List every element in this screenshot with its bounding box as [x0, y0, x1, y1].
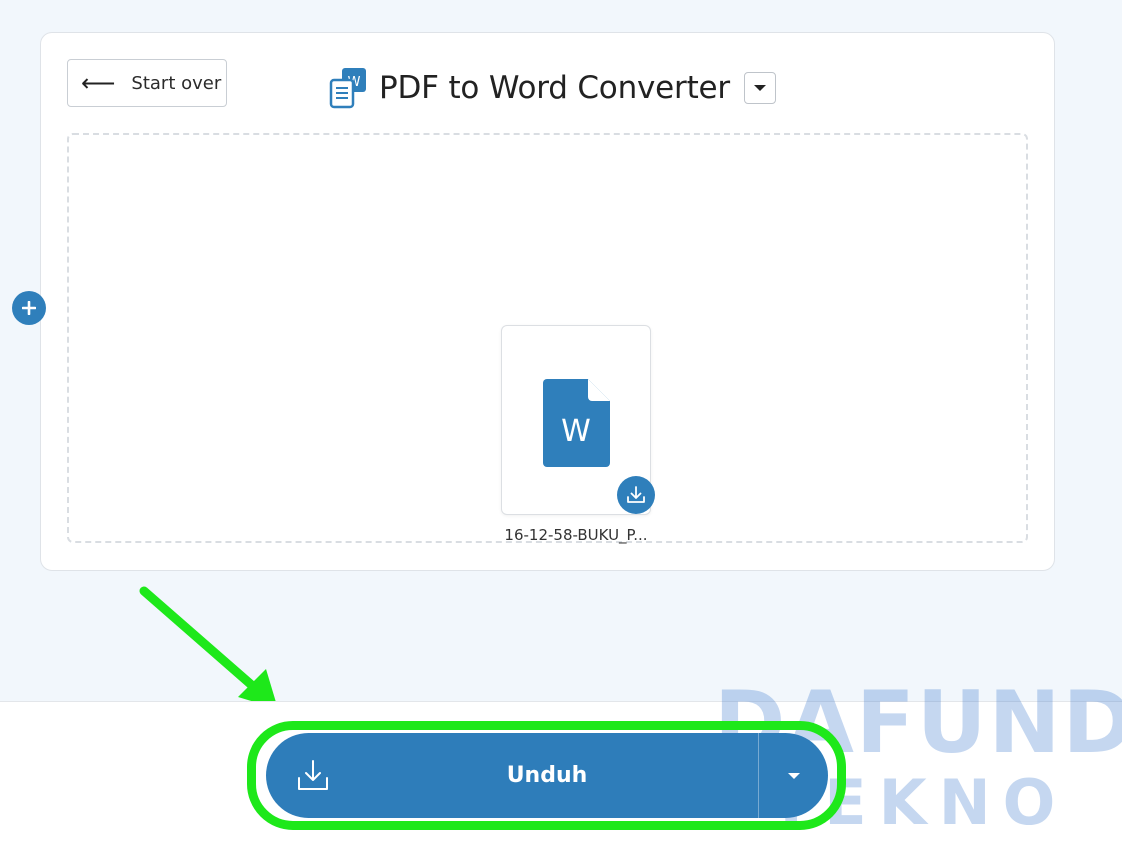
- chevron-down-icon: [787, 772, 800, 779]
- file-name: 16-12-58-BUKU_P...: [504, 526, 648, 544]
- word-app-icon: W: [328, 66, 368, 110]
- download-all-button[interactable]: Unduh: [266, 733, 828, 818]
- page-title: PDF to Word Converter: [379, 70, 730, 106]
- svg-text:W: W: [561, 414, 591, 449]
- download-options-button[interactable]: [759, 733, 828, 818]
- converter-dropdown-button[interactable]: [743, 72, 776, 104]
- annotation-arrow: [139, 586, 278, 709]
- page-title-group: W PDF to Word Converter: [328, 63, 776, 113]
- download-button-label: Unduh: [506, 763, 588, 788]
- arrow-left-icon: ⟵: [81, 69, 116, 97]
- file-dropzone[interactable]: W 16-12-58-BUKU_P...: [67, 133, 1028, 544]
- download-icon: [627, 486, 645, 503]
- add-file-button[interactable]: [12, 291, 46, 325]
- file-thumbnail[interactable]: W: [501, 325, 655, 515]
- start-over-label: Start over: [131, 72, 222, 94]
- plus-icon: [22, 301, 36, 315]
- word-document-icon: W: [543, 379, 610, 467]
- chevron-down-icon: [753, 85, 766, 91]
- file-download-button[interactable]: [617, 476, 655, 514]
- converter-card: ⟵ Start over W PDF to Word Converter: [40, 32, 1055, 571]
- start-over-button[interactable]: ⟵ Start over: [67, 59, 227, 107]
